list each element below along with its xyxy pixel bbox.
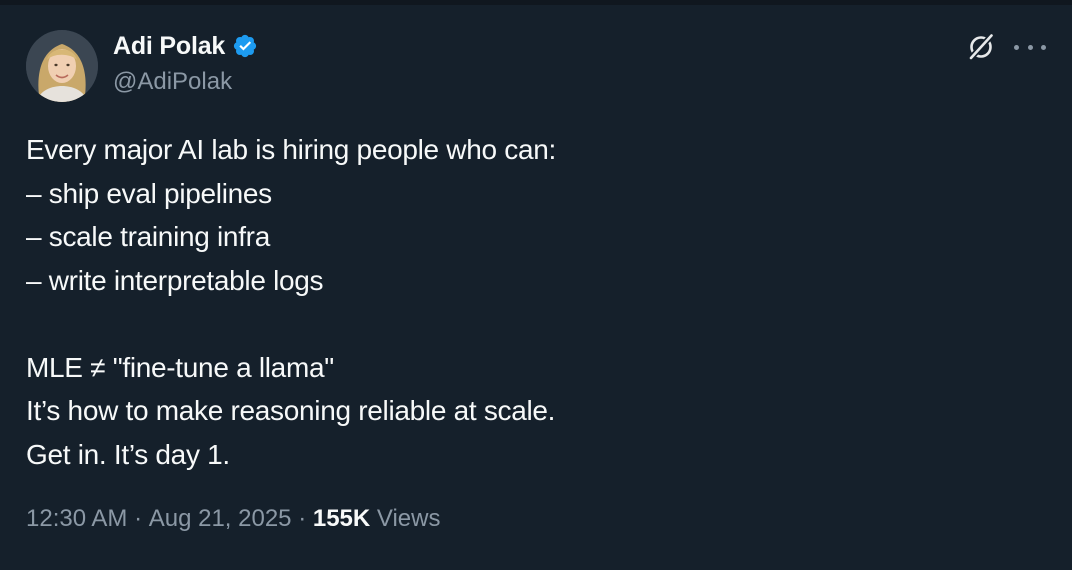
tweet-line: – write interpretable logs	[26, 264, 324, 296]
tweet-text: Every major AI lab is hiring people who …	[26, 128, 1046, 476]
tweet-meta: 12:30 AM · Aug 21, 2025 · 155K Views	[26, 505, 441, 533]
avatar[interactable]	[26, 30, 98, 102]
views-count[interactable]: 155K	[313, 505, 370, 533]
tweet-line: Get in. It’s day 1.	[26, 438, 230, 470]
author-display-name[interactable]: Adi Polak	[113, 32, 225, 61]
more-dot	[1027, 44, 1033, 50]
more-dot	[1014, 44, 1019, 50]
verified-badge-icon[interactable]	[232, 33, 258, 59]
more-dot	[1041, 44, 1046, 50]
more-icon[interactable]	[1014, 32, 1046, 62]
tweet-line: It’s how to make reasoning reliable at s…	[26, 395, 556, 426]
tweet-time[interactable]: 12:30 AM	[26, 505, 127, 533]
meta-separator: ·	[127, 505, 149, 532]
meta-separator: ·	[291, 505, 313, 532]
tweet-line: Every major AI lab is hiring people who …	[26, 134, 556, 165]
tweet-date[interactable]: Aug 21, 2025	[149, 505, 292, 533]
grok-icon[interactable]	[966, 32, 996, 62]
author-name-row: Adi Polak	[113, 30, 258, 62]
author-handle[interactable]: @AdiPolak	[113, 68, 232, 96]
tweet-line: MLE ≠ "fine-tune a llama"	[26, 351, 334, 383]
tweet-line: – scale training infra	[26, 221, 270, 252]
views-label[interactable]: Views	[370, 505, 441, 533]
tweet-card: Adi Polak @AdiPolak Every major AI lab i…	[0, 0, 1072, 570]
tweet-line: – ship eval pipelines	[26, 177, 272, 209]
